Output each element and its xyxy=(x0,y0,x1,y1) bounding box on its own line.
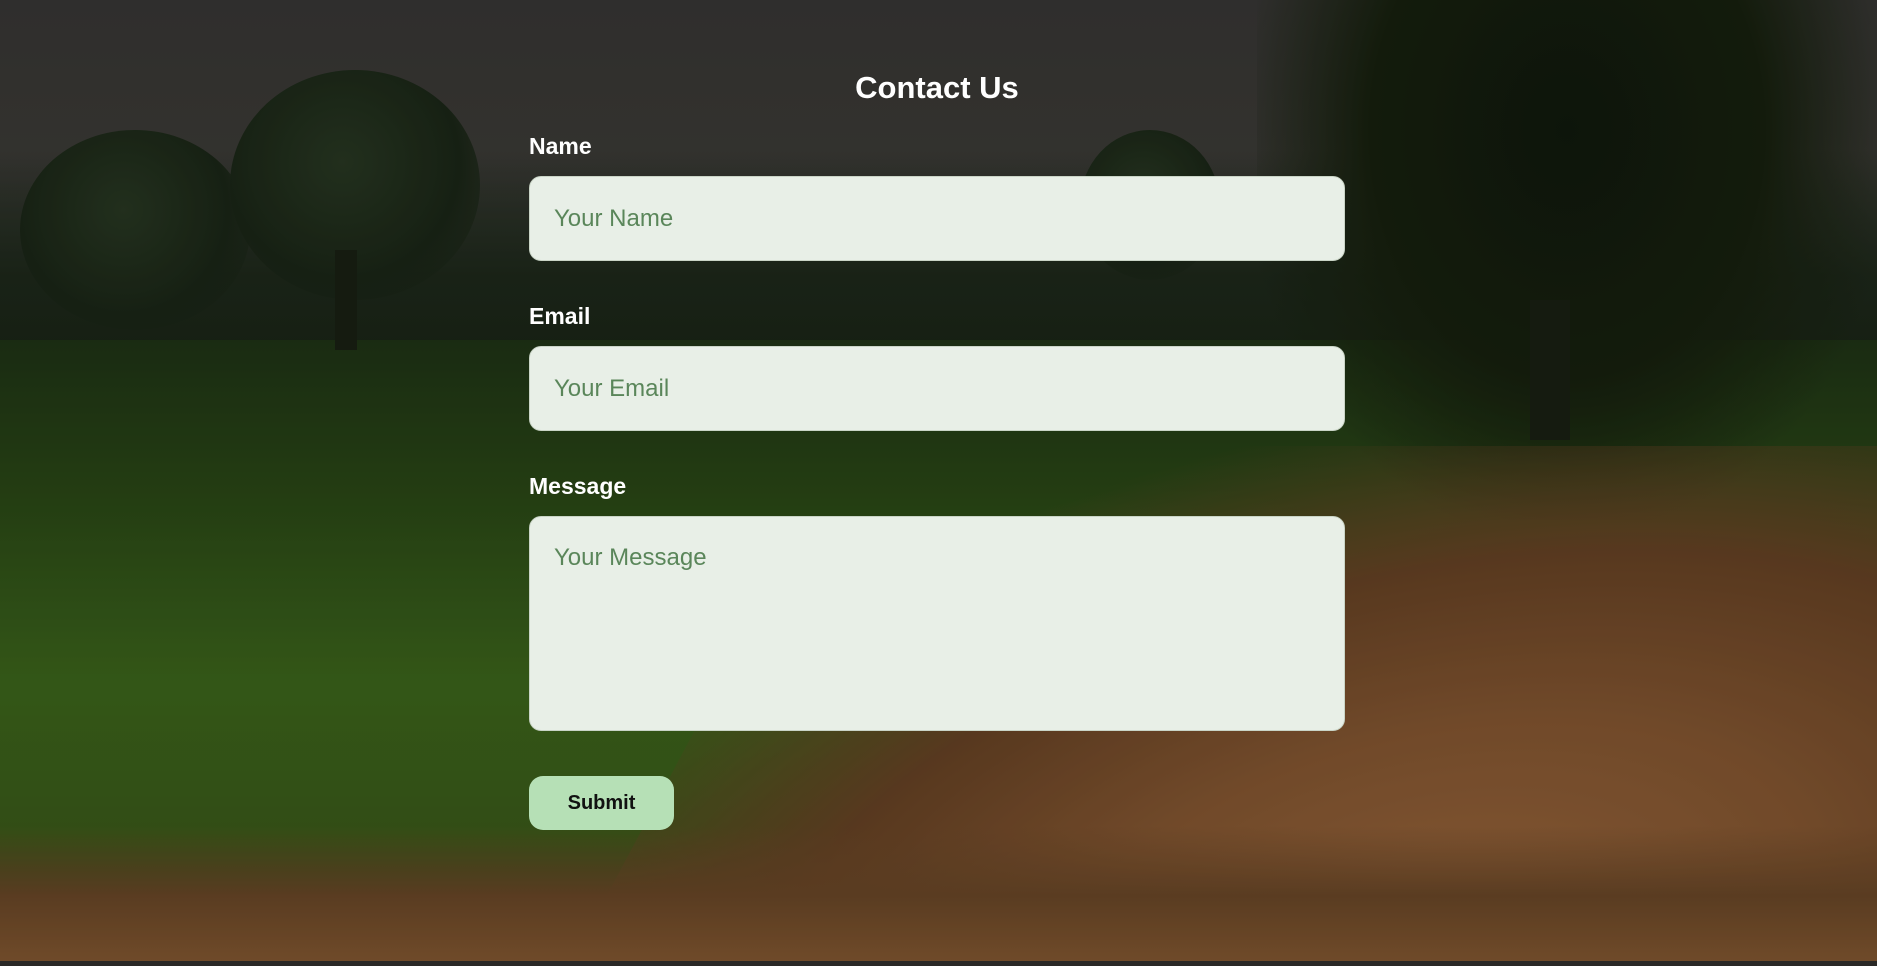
message-textarea[interactable] xyxy=(529,516,1345,731)
submit-button[interactable]: Submit xyxy=(529,776,674,830)
page-title: Contact Us xyxy=(855,70,1019,105)
name-input[interactable] xyxy=(529,176,1345,261)
email-label: Email xyxy=(529,303,591,329)
contact-page: Contact Us Name Email Message Submit xyxy=(0,0,1877,966)
name-label: Name xyxy=(529,133,592,159)
message-label: Message xyxy=(529,473,627,499)
contact-form: Contact Us Name Email Message Submit xyxy=(529,64,1345,831)
email-input[interactable] xyxy=(529,346,1345,431)
bottom-edge-bar xyxy=(0,961,1877,966)
